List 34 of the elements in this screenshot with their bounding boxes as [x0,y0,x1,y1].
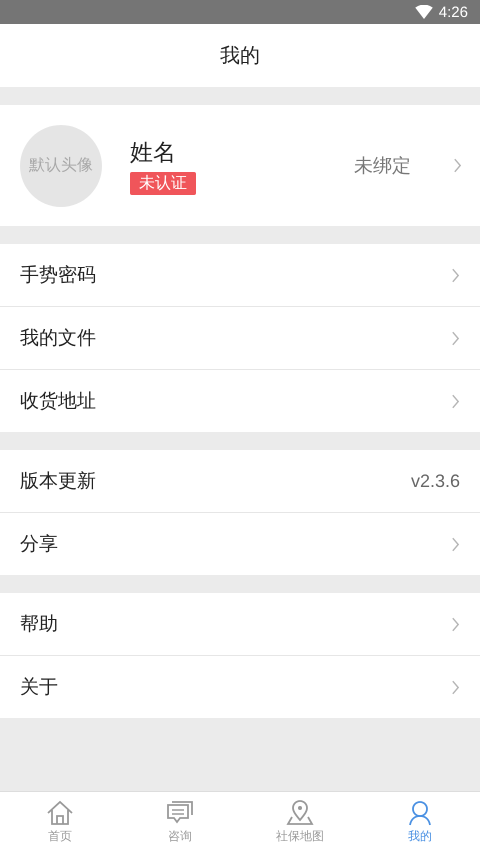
home-icon [46,800,74,826]
clock-time: 4:26 [438,4,468,20]
chevron-icon [453,158,462,173]
menu-item[interactable]: 手势密码 [0,244,480,306]
chat-icon [166,800,194,826]
wifi-icon [414,5,433,19]
person-icon [406,800,434,826]
menu-item[interactable]: 分享 [0,512,480,575]
chevron-icon [451,680,460,694]
chevron-icon [451,268,460,282]
menu-label: 版本更新 [20,469,97,494]
verification-badge: 未认证 [130,172,196,194]
menu-item[interactable]: 帮助 [0,593,480,655]
binding-status: 未绑定 [354,154,411,178]
menu-label: 分享 [20,532,59,557]
menu-item[interactable]: 关于 [0,655,480,718]
avatar: 默认头像 [20,124,102,206]
chevron-icon [451,330,460,346]
chevron-icon [451,536,460,552]
menu-item[interactable]: 收货地址 [0,369,480,432]
menu-item[interactable]: 我的文件 [0,306,480,369]
menu-label: 收货地址 [20,389,97,414]
menu-label: 帮助 [20,612,59,637]
chevron-icon [451,616,460,632]
menu-label: 关于 [20,675,59,700]
page-title: 我的 [220,42,260,69]
menu-label: 我的文件 [20,326,97,351]
profile-card[interactable]: 默认头像 姓名 未认证 未绑定 [0,105,480,226]
chevron-icon [451,394,460,408]
user-name: 姓名 [130,138,176,168]
menu-item[interactable]: 版本更新 v2.3.6 [0,450,480,512]
version-number: v2.3.6 [410,470,460,492]
menu-label: 手势密码 [20,263,97,288]
map-pin-icon [286,800,314,826]
